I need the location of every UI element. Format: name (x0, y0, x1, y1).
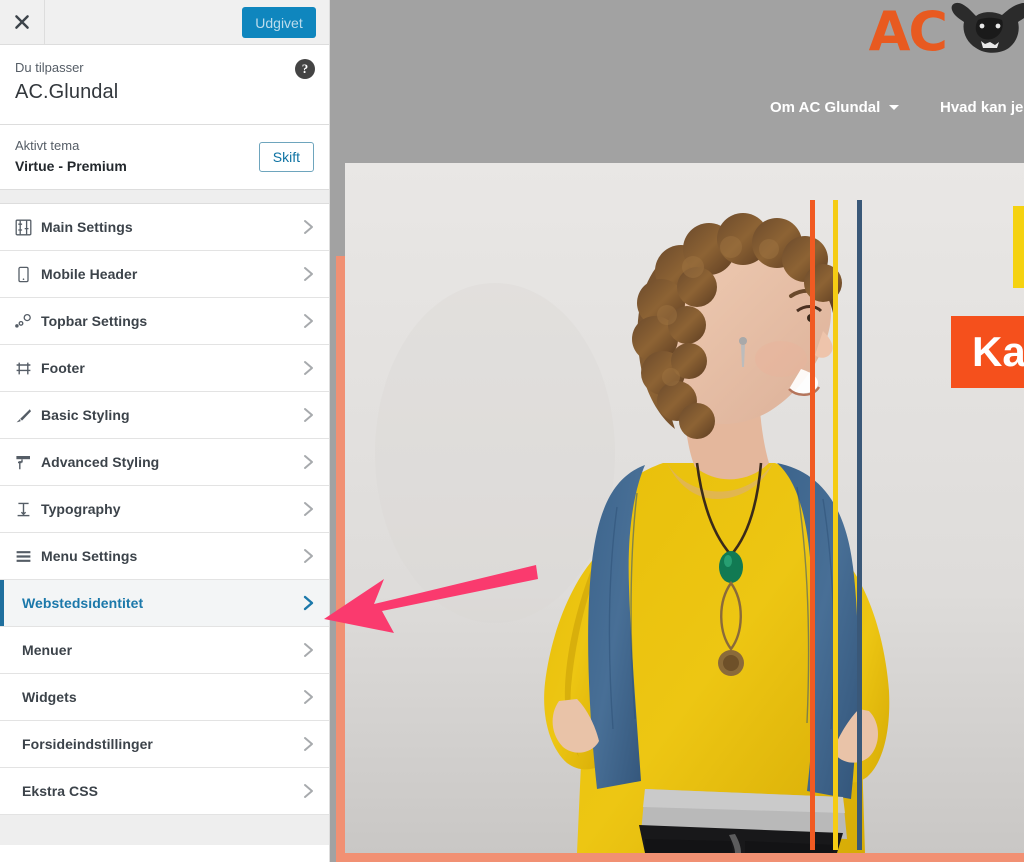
sliders-icon (15, 217, 41, 237)
nav-item-label: Hvad kan je (940, 98, 1024, 116)
topbar-nodes-icon (15, 311, 41, 331)
customizer-sidebar: Udgivet Du tilpasser AC.Glundal ? Aktivt… (0, 0, 330, 862)
hero-orange-block-text: Kan (972, 328, 1024, 375)
help-question-icon[interactable]: ? (295, 59, 315, 79)
hero-photo: Kan (345, 163, 1024, 853)
nav-item-label: Om AC Glundal (770, 98, 881, 116)
screenshot-root: Om AC Glundal Hvad kan je AC Ka Udgivet … (0, 0, 1024, 862)
sidebar-item-topbar-settings[interactable]: Topbar Settings (0, 298, 329, 345)
sidebar-item-label: Typography (41, 501, 121, 517)
chevron-right-icon (303, 736, 314, 752)
sidebar-item-label: Widgets (22, 689, 77, 705)
sidebar-item-menuer[interactable]: Menuer (0, 627, 329, 674)
sidebar-item-basic-styling[interactable]: Basic Styling (0, 392, 329, 439)
sidebar-item-label: Advanced Styling (41, 454, 160, 470)
sidebar-item-label: Mobile Header (41, 266, 138, 282)
sidebar-item-label: Basic Styling (41, 407, 130, 423)
sidebar-item-label: Menu Settings (41, 548, 138, 564)
chevron-right-icon (303, 266, 314, 282)
sidebar-item-ekstra-css[interactable]: Ekstra CSS (0, 768, 329, 815)
sidebar-item-label: Webstedsidentitet (22, 595, 144, 611)
hamburger-menu-icon (15, 546, 41, 566)
paint-roller-icon (15, 452, 41, 472)
switch-theme-button[interactable]: Skift (258, 141, 314, 172)
customizer-header: Udgivet (0, 0, 329, 45)
sidebar-item-label: Footer (41, 360, 85, 376)
sidebar-item-mobile-header[interactable]: Mobile Header (0, 251, 329, 298)
sidebar-item-label: Ekstra CSS (22, 783, 98, 799)
sidebar-item-webstedsidentitet[interactable]: Webstedsidentitet (0, 580, 329, 627)
sidebar-item-widgets[interactable]: Widgets (0, 674, 329, 721)
chevron-right-icon (303, 219, 314, 235)
chevron-right-icon (303, 689, 314, 705)
paint-brush-icon (15, 405, 41, 425)
hero-yellow-block (1013, 206, 1024, 288)
nav-item-om-ac-glundal[interactable]: Om AC Glundal (770, 98, 900, 116)
stripe-yellow (833, 200, 838, 850)
customizer-panel-list: Main Settings Mobile Header Topbar Setti… (0, 204, 329, 815)
site-preview-pane[interactable]: Om AC Glundal Hvad kan je AC Ka (330, 0, 1024, 862)
sidebar-item-typography[interactable]: Typography (0, 486, 329, 533)
list-top-spacer (0, 190, 329, 204)
typography-t-icon (15, 499, 41, 519)
sidebar-item-main-settings[interactable]: Main Settings (0, 204, 329, 251)
site-logo[interactable]: AC (869, 2, 1024, 62)
active-theme-name: Virtue - Premium (15, 158, 127, 174)
sidebar-bottom-spacer (0, 815, 329, 845)
sidebar-item-footer[interactable]: Footer (0, 345, 329, 392)
stripe-blue (857, 200, 862, 850)
active-theme-section: Aktivt tema Virtue - Premium Skift (0, 125, 329, 190)
chevron-right-icon (303, 407, 314, 423)
sidebar-item-menu-settings[interactable]: Menu Settings (0, 533, 329, 580)
sidebar-item-label: Menuer (22, 642, 73, 658)
sidebar-item-label: Forsideindstillinger (22, 736, 153, 752)
chevron-right-icon (303, 313, 314, 329)
sidebar-item-advanced-styling[interactable]: Advanced Styling (0, 439, 329, 486)
logo-text: AC (868, 0, 948, 63)
chevron-right-icon (303, 548, 314, 564)
nav-item-hvad-kan-jeg[interactable]: Hvad kan je (940, 99, 1023, 116)
chevron-down-icon (889, 104, 900, 110)
chevron-right-icon (303, 454, 314, 470)
sidebar-item-label: Topbar Settings (41, 313, 148, 329)
buffalo-head-icon (948, 0, 1024, 65)
sidebar-item-forsideindstillinger[interactable]: Forsideindstillinger (0, 721, 329, 768)
chevron-right-icon (303, 360, 314, 376)
site-navigation: Om AC Glundal Hvad kan je (330, 92, 1024, 122)
close-icon[interactable] (0, 0, 45, 44)
mobile-phone-icon (15, 264, 41, 284)
sidebar-item-label: Main Settings (41, 219, 133, 235)
customizing-section: Du tilpasser AC.Glundal ? (0, 45, 329, 125)
publish-button[interactable]: Udgivet (242, 7, 316, 38)
chevron-right-icon (303, 783, 314, 799)
site-title: AC.Glundal (15, 81, 119, 103)
stripe-orange (810, 200, 815, 850)
chevron-right-icon (303, 595, 314, 611)
footer-stool-icon (15, 358, 41, 378)
chevron-right-icon (303, 501, 314, 517)
active-theme-label: Aktivt tema (15, 138, 80, 153)
customizing-label: Du tilpasser (15, 60, 84, 75)
chevron-right-icon (303, 642, 314, 658)
hero-orange-block: Kan (951, 316, 1024, 388)
